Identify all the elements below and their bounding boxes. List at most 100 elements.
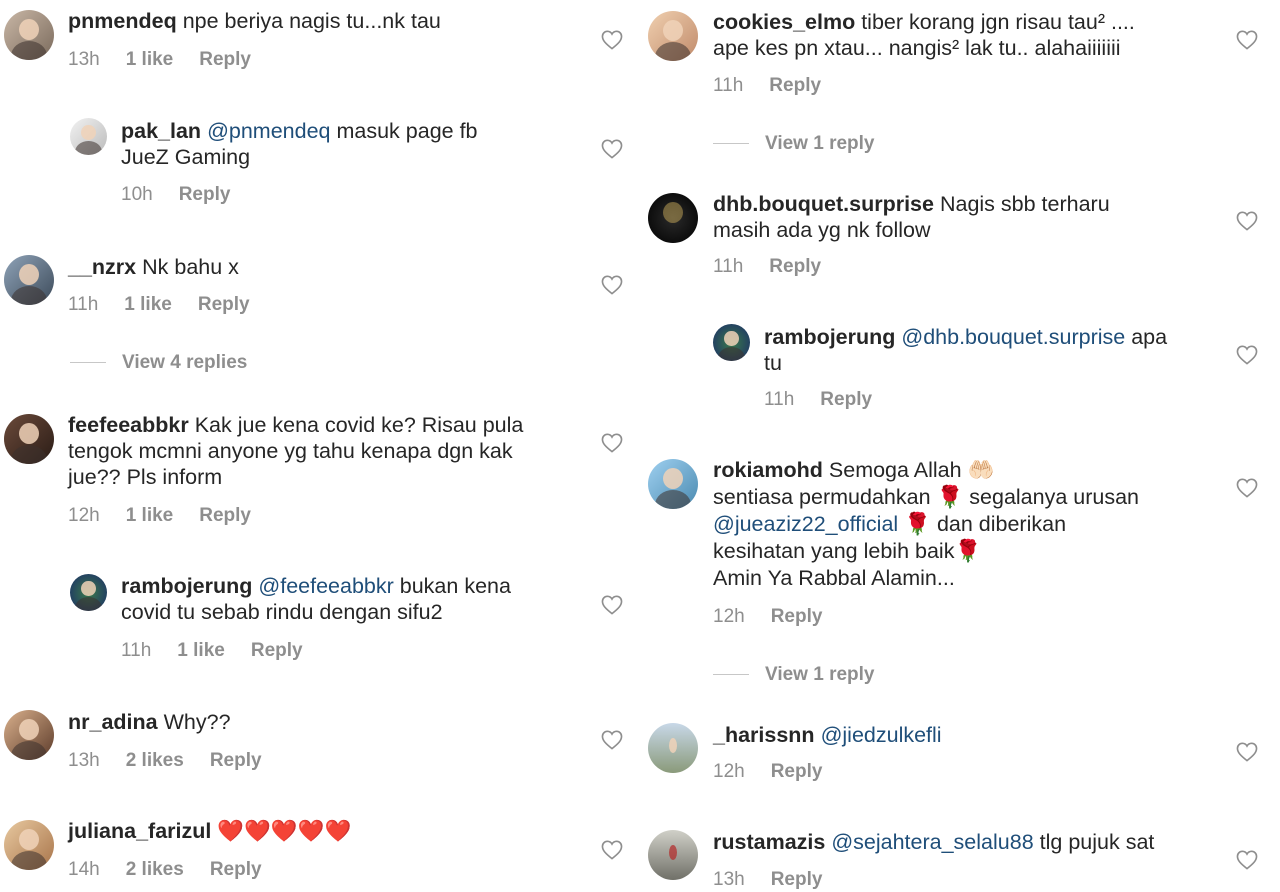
avatar[interactable] bbox=[648, 723, 698, 773]
likes-count[interactable]: 1 like bbox=[177, 640, 225, 662]
timestamp: 13h bbox=[68, 49, 100, 70]
comment-text: _harissnn @jiedzulkefli bbox=[713, 722, 942, 748]
comment-text: pnmendeq npe beriya nagis tu...nk tau bbox=[68, 9, 441, 33]
mention-link[interactable]: @jiedzulkefli bbox=[821, 723, 942, 747]
reply-button[interactable]: Reply bbox=[198, 294, 250, 316]
timestamp: 10h bbox=[121, 184, 153, 205]
comment-meta: 11h 1 like Reply bbox=[68, 294, 276, 316]
heart-emojis: ❤️❤️❤️❤️❤️ bbox=[217, 819, 352, 844]
mention-link[interactable]: @dhb.bouquet.surprise bbox=[901, 325, 1125, 349]
heart-outline-icon[interactable] bbox=[1236, 478, 1258, 498]
timestamp: 11h bbox=[713, 75, 744, 96]
avatar[interactable] bbox=[713, 324, 750, 361]
divider bbox=[70, 362, 106, 364]
avatar[interactable] bbox=[648, 459, 698, 509]
reply-button[interactable]: Reply bbox=[769, 75, 821, 97]
view-replies-button[interactable]: View 1 reply bbox=[713, 133, 875, 155]
reply-button[interactable]: Reply bbox=[199, 49, 251, 71]
reply-button[interactable]: Reply bbox=[771, 606, 823, 628]
heart-outline-icon[interactable] bbox=[1236, 742, 1258, 762]
likes-count[interactable]: 1 like bbox=[126, 505, 174, 527]
view-replies-button[interactable]: View 1 reply bbox=[713, 664, 875, 686]
reply-button[interactable]: Reply bbox=[210, 859, 262, 881]
likes-count[interactable]: 2 likes bbox=[126, 750, 184, 772]
comment-meta: 12h Reply bbox=[713, 606, 848, 628]
reply-button[interactable]: Reply bbox=[251, 640, 303, 662]
heart-outline-icon[interactable] bbox=[1236, 211, 1258, 231]
comment-text: feefeeabbkr Kak jue kena covid ke? Risau… bbox=[68, 413, 524, 489]
avatar[interactable] bbox=[4, 820, 54, 870]
view-replies-button[interactable]: View 4 replies bbox=[70, 352, 247, 374]
timestamp: 13h bbox=[713, 869, 745, 890]
reply-button[interactable]: Reply bbox=[199, 505, 251, 527]
username[interactable]: juliana_farizul bbox=[68, 819, 211, 843]
mention-link[interactable]: @jueaziz22_official bbox=[713, 512, 898, 536]
username[interactable]: _harissnn bbox=[713, 723, 815, 747]
heart-outline-icon[interactable] bbox=[601, 433, 623, 453]
avatar[interactable] bbox=[4, 255, 54, 305]
comment-text: pak_lan @pnmendeq masuk page fb JueZ Gami… bbox=[121, 119, 478, 169]
comment-text: nr_adina Why?? bbox=[68, 710, 231, 734]
timestamp: 11h bbox=[713, 256, 744, 277]
avatar[interactable] bbox=[4, 710, 54, 760]
mention-link[interactable]: @feefeeabbkr bbox=[258, 574, 393, 598]
reply-button[interactable]: Reply bbox=[771, 761, 823, 783]
mention-link[interactable]: @sejahtera_selalu88 bbox=[831, 830, 1033, 854]
likes-count[interactable]: 1 like bbox=[124, 294, 172, 316]
likes-count[interactable]: 1 like bbox=[126, 49, 174, 71]
avatar[interactable] bbox=[70, 118, 107, 155]
username[interactable]: rambojerung bbox=[764, 325, 895, 349]
rose-emoji: 🌹 bbox=[936, 485, 964, 510]
comment-meta: 12h 1 like Reply bbox=[68, 505, 277, 527]
avatar[interactable] bbox=[4, 414, 54, 464]
username[interactable]: pak_lan bbox=[121, 119, 201, 143]
username[interactable]: pnmendeq bbox=[68, 9, 177, 33]
reply-button[interactable]: Reply bbox=[179, 184, 231, 206]
avatar[interactable] bbox=[648, 11, 698, 61]
comment-text: __nzrx Nk bahu x bbox=[68, 255, 239, 279]
username[interactable]: rustamazis bbox=[713, 830, 825, 854]
heart-outline-icon[interactable] bbox=[601, 840, 623, 860]
divider bbox=[713, 143, 749, 145]
heart-outline-icon[interactable] bbox=[601, 275, 623, 295]
heart-outline-icon[interactable] bbox=[601, 730, 623, 750]
heart-outline-icon[interactable] bbox=[601, 30, 623, 50]
avatar[interactable] bbox=[648, 193, 698, 243]
username[interactable]: feefeeabbkr bbox=[68, 413, 189, 437]
comment-text: rustamazis @sejahtera_selalu88 tlg pujuk… bbox=[713, 830, 1155, 854]
avatar[interactable] bbox=[648, 830, 698, 880]
timestamp: 11h bbox=[764, 389, 795, 410]
likes-count[interactable]: 2 likes bbox=[126, 859, 184, 881]
comment-text: juliana_farizul ❤️❤️❤️❤️❤️ bbox=[68, 818, 351, 845]
reply-button[interactable]: Reply bbox=[769, 256, 821, 278]
reply-button[interactable]: Reply bbox=[210, 750, 262, 772]
heart-outline-icon[interactable] bbox=[601, 139, 623, 159]
heart-outline-icon[interactable] bbox=[1236, 850, 1258, 870]
username[interactable]: rokiamohd bbox=[713, 458, 823, 482]
timestamp: 12h bbox=[68, 505, 100, 526]
mention-link[interactable]: @pnmendeq bbox=[207, 119, 330, 143]
heart-outline-icon[interactable] bbox=[1236, 345, 1258, 365]
timestamp: 13h bbox=[68, 750, 100, 771]
heart-outline-icon[interactable] bbox=[601, 595, 623, 615]
timestamp: 12h bbox=[713, 761, 745, 782]
avatar[interactable] bbox=[4, 10, 54, 60]
comment-meta: 12h Reply bbox=[713, 761, 848, 783]
rose-emoji: 🌹 bbox=[904, 512, 931, 537]
praying-hands-emoji: 🤲🏻 bbox=[967, 458, 995, 483]
timestamp: 12h bbox=[713, 606, 745, 627]
username[interactable]: rambojerung bbox=[121, 574, 252, 598]
username[interactable]: nr_adina bbox=[68, 710, 158, 734]
heart-outline-icon[interactable] bbox=[1236, 30, 1258, 50]
avatar[interactable] bbox=[70, 574, 107, 611]
reply-button[interactable]: Reply bbox=[820, 389, 872, 411]
timestamp: 11h bbox=[68, 294, 99, 315]
comment-meta: 11h 1 like Reply bbox=[121, 640, 329, 662]
comment-meta: 11h Reply bbox=[713, 256, 847, 278]
comment-text: rambojerung @feefeeabbkr bukan kena covid… bbox=[121, 574, 511, 624]
username[interactable]: cookies_elmo bbox=[713, 10, 855, 34]
username[interactable]: __nzrx bbox=[68, 255, 136, 279]
comment-meta: 10h Reply bbox=[121, 184, 256, 206]
reply-button[interactable]: Reply bbox=[771, 869, 823, 891]
username[interactable]: dhb.bouquet.surprise bbox=[713, 192, 934, 216]
